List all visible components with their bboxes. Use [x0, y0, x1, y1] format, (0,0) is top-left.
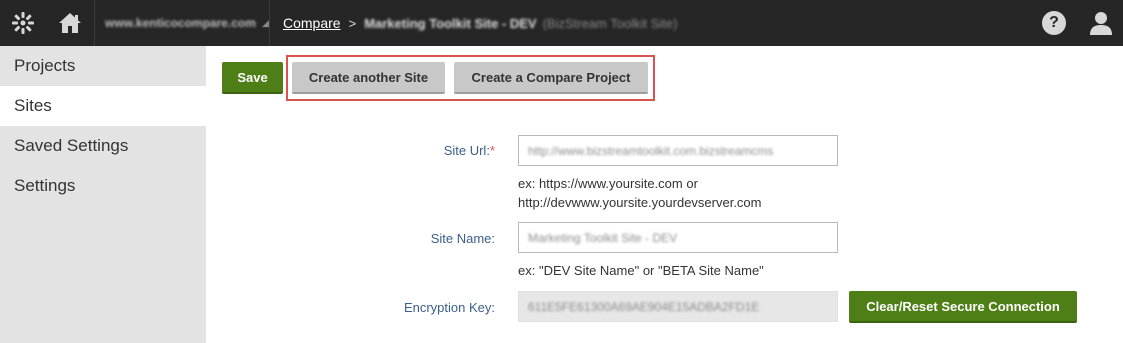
site-name-hint: ex: "DEV Site Name" or "BETA Site Name" [518, 263, 764, 278]
sidebar-item-sites[interactable]: Sites [0, 86, 206, 126]
chevron-down-icon: ◢ [261, 17, 269, 28]
site-name-input[interactable]: Marketing Toolkit Site - DEV [518, 222, 838, 253]
encryption-key-value: 611E5FE61300A69AE904E15ADBA2FD1E [528, 299, 760, 314]
site-url-label: Site Url:* [295, 143, 495, 158]
encryption-key-label: Encryption Key: [403, 300, 495, 315]
site-selector[interactable]: www.kenticocompare.com ◢ [95, 0, 270, 46]
site-url-hint: ex: https://www.yoursite.com or http://d… [518, 174, 762, 212]
site-url-value: http://www.bizstreamtoolkit.com.bizstrea… [528, 143, 774, 158]
create-compare-project-button[interactable]: Create a Compare Project [454, 62, 648, 94]
sidebar-item-settings[interactable]: Settings [0, 166, 206, 206]
site-url-hint-line2: http://devwww.yoursite.yourdevserver.com [518, 195, 762, 210]
home-button[interactable] [46, 0, 95, 46]
sidebar-item-saved-settings[interactable]: Saved Settings [0, 126, 206, 166]
user-icon[interactable] [1089, 11, 1113, 35]
site-url-label-text: Site Url: [443, 143, 490, 158]
app-logo[interactable] [0, 0, 46, 46]
home-icon [59, 13, 81, 33]
breadcrumb-compare-link[interactable]: Compare [283, 15, 341, 31]
site-name-value: Marketing Toolkit Site - DEV [528, 230, 678, 245]
site-url-input[interactable]: http://www.bizstreamtoolkit.com.bizstrea… [518, 135, 838, 166]
header-actions: ? [1042, 0, 1123, 46]
breadcrumb-current-sub: (BizStream Toolkit Site) [542, 15, 678, 31]
breadcrumb-separator: > [348, 15, 357, 31]
breadcrumb-current: Marketing Toolkit Site - DEV [364, 15, 537, 31]
sidebar-item-label: Projects [14, 56, 76, 75]
save-button[interactable]: Save [222, 62, 283, 94]
breadcrumb: Compare > Marketing Toolkit Site - DEV (… [270, 15, 677, 31]
required-marker: * [489, 143, 495, 158]
help-icon[interactable]: ? [1042, 11, 1066, 35]
clear-reset-secure-connection-button[interactable]: Clear/Reset Secure Connection [849, 291, 1077, 323]
sidebar-item-label: Saved Settings [14, 136, 129, 155]
site-selector-label: www.kenticocompare.com [105, 16, 256, 30]
sidebar: Projects Sites Saved Settings Settings [0, 46, 206, 343]
site-name-label: Site Name: [430, 231, 495, 246]
sidebar-item-projects[interactable]: Projects [0, 46, 206, 86]
sidebar-item-label: Settings [14, 176, 76, 195]
top-bar: www.kenticocompare.com ◢ Compare > Marke… [0, 0, 1123, 46]
encryption-key-field: 611E5FE61300A69AE904E15ADBA2FD1E [518, 291, 838, 322]
create-another-site-button[interactable]: Create another Site [292, 62, 445, 94]
sidebar-item-label: Sites [14, 96, 52, 115]
site-url-hint-line1: ex: https://www.yoursite.com or [518, 176, 698, 191]
kentico-logo-icon [12, 12, 34, 34]
